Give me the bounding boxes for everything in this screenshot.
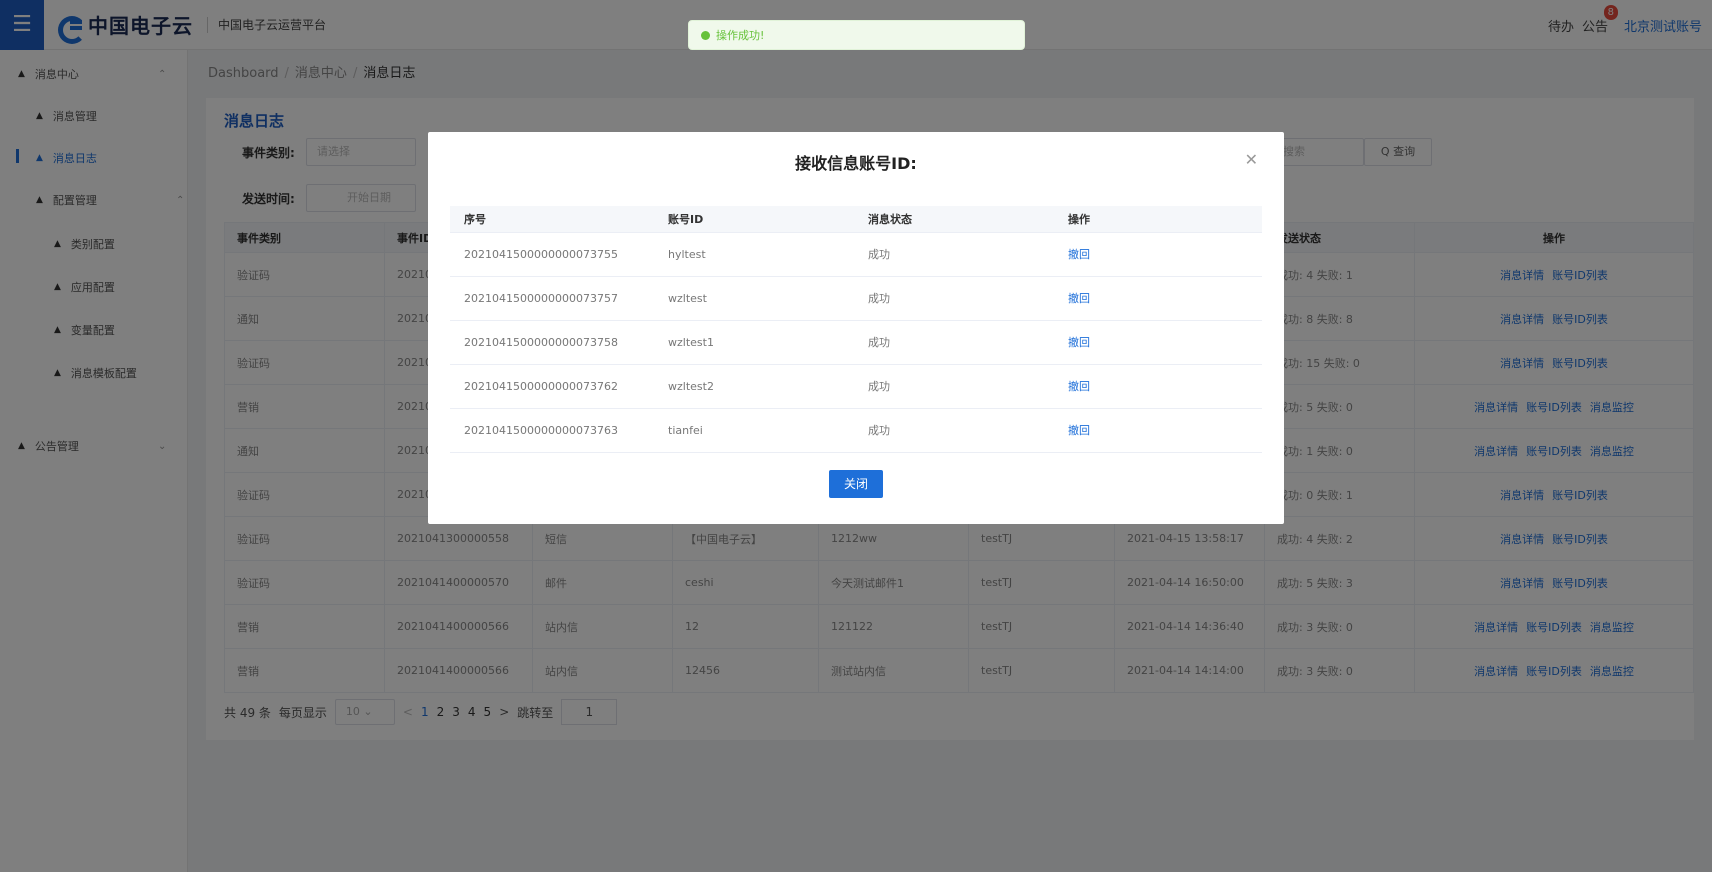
dialog-title: 接收信息账号ID: <box>795 154 917 173</box>
revoke-link[interactable]: 撤回 <box>1068 292 1090 305</box>
table-cell: 成功 <box>854 320 1054 365</box>
revoke-link[interactable]: 撤回 <box>1068 380 1090 393</box>
account-id-dialog: 接收信息账号ID: ✕ 序号 账号ID 消息状态 操作 202104150000… <box>428 132 1284 524</box>
table-cell: tianfei <box>654 408 854 453</box>
actions-cell: 撤回 <box>1054 320 1262 365</box>
revoke-link[interactable]: 撤回 <box>1068 336 1090 349</box>
table-cell: hyltest <box>654 232 854 277</box>
table-row: 2021041500000000073763 tianfei 成功 撤回 <box>450 408 1262 453</box>
table-cell: 2021041500000000073763 <box>450 408 654 453</box>
table-cell: 2021041500000000073755 <box>450 232 654 277</box>
table-cell: wzltest2 <box>654 364 854 409</box>
table-cell: 成功 <box>854 364 1054 409</box>
column-header: 序号 <box>450 206 654 233</box>
close-icon[interactable]: ✕ <box>1245 150 1258 169</box>
table-header-row: 序号 账号ID 消息状态 操作 <box>450 206 1262 233</box>
table-row: 2021041500000000073762 wzltest2 成功 撤回 <box>450 364 1262 409</box>
actions-cell: 撤回 <box>1054 408 1262 453</box>
table-cell: 成功 <box>854 276 1054 321</box>
table-row: 2021041500000000073758 wzltest1 成功 撤回 <box>450 320 1262 365</box>
column-header: 账号ID <box>654 206 854 233</box>
success-icon <box>701 30 710 40</box>
table-cell: 2021041500000000073762 <box>450 364 654 409</box>
actions-cell: 撤回 <box>1054 364 1262 409</box>
column-header: 操作 <box>1054 206 1262 233</box>
table-cell: wzltest1 <box>654 320 854 365</box>
revoke-link[interactable]: 撤回 <box>1068 424 1090 437</box>
revoke-link[interactable]: 撤回 <box>1068 248 1090 261</box>
close-button[interactable]: 关闭 <box>829 470 883 498</box>
table-cell: 成功 <box>854 408 1054 453</box>
toast-message: 操作成功! <box>716 29 765 42</box>
table-cell: 2021041500000000073758 <box>450 320 654 365</box>
actions-cell: 撤回 <box>1054 232 1262 277</box>
account-id-table: 序号 账号ID 消息状态 操作 2021041500000000073755 hy… <box>450 206 1262 453</box>
table-cell: 2021041500000000073757 <box>450 276 654 321</box>
table-row: 2021041500000000073757 wzltest 成功 撤回 <box>450 276 1262 321</box>
column-header: 消息状态 <box>854 206 1054 233</box>
table-cell: wzltest <box>654 276 854 321</box>
table-row: 2021041500000000073755 hyltest 成功 撤回 <box>450 232 1262 277</box>
success-toast: 操作成功! <box>688 20 1025 50</box>
actions-cell: 撤回 <box>1054 276 1262 321</box>
table-cell: 成功 <box>854 232 1054 277</box>
